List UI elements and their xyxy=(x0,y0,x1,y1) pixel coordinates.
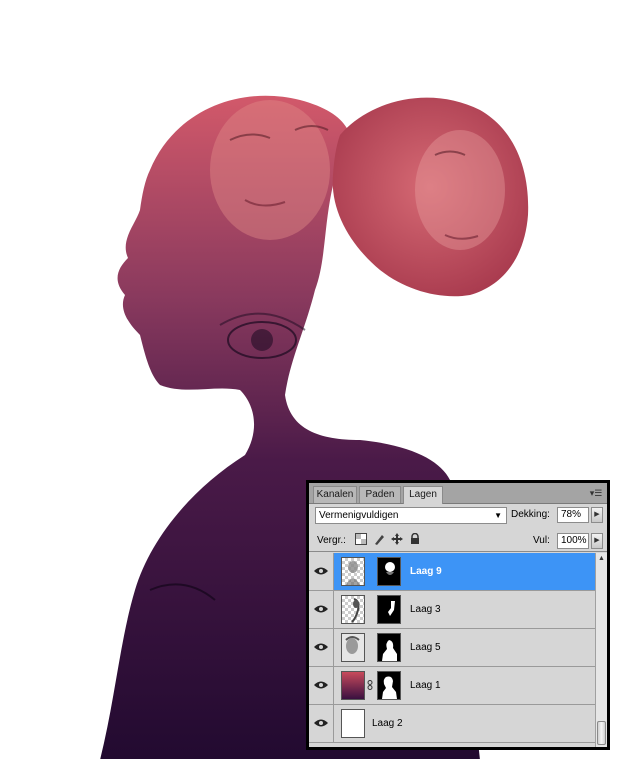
layers-panel: Kanalen Paden Lagen ▾☰ Vermenigvuldigen … xyxy=(306,480,610,750)
layer-row[interactable]: Laag 3 xyxy=(309,591,595,629)
eye-icon xyxy=(314,605,328,613)
layer-row[interactable]: Laag 5 xyxy=(309,629,595,667)
layer-name: Laag 5 xyxy=(410,642,441,653)
layer-thumbnail[interactable] xyxy=(341,557,365,586)
layer-thumbnail[interactable] xyxy=(341,633,365,662)
tab-kanalen[interactable]: Kanalen xyxy=(313,486,357,503)
lock-paint-icon[interactable] xyxy=(373,533,385,545)
opacity-slider-button[interactable]: ▶ xyxy=(591,507,603,523)
layers-list: Laag 9 Laag 3 Laag 5 Laag 1 Laag 2 xyxy=(309,553,595,747)
lock-all-icon[interactable] xyxy=(409,533,421,545)
scroll-thumb[interactable] xyxy=(597,721,606,745)
visibility-toggle[interactable] xyxy=(309,553,334,590)
layer-mask-thumbnail[interactable] xyxy=(377,671,401,700)
layer-row[interactable]: Laag 2 xyxy=(309,705,595,743)
chevron-down-icon: ▼ xyxy=(494,511,502,520)
layer-mask-thumbnail[interactable] xyxy=(377,557,401,586)
layer-name: Laag 9 xyxy=(410,566,442,577)
layer-row[interactable]: Laag 9 xyxy=(309,553,595,591)
visibility-toggle[interactable] xyxy=(309,591,334,628)
layer-thumbnail[interactable] xyxy=(341,671,365,700)
panel-tab-bar: Kanalen Paden Lagen ▾☰ xyxy=(309,483,607,504)
visibility-toggle[interactable] xyxy=(309,705,334,742)
layer-thumbnail[interactable] xyxy=(341,595,365,624)
layer-name: Laag 2 xyxy=(372,718,403,729)
layer-name: Laag 1 xyxy=(410,680,441,691)
fill-slider-button[interactable]: ▶ xyxy=(591,533,603,549)
layer-name: Laag 3 xyxy=(410,604,441,615)
tab-lagen[interactable]: Lagen xyxy=(403,486,443,504)
eye-icon xyxy=(314,681,328,689)
fill-label: Vul: xyxy=(533,535,550,546)
lock-transparency-icon[interactable] xyxy=(355,533,367,545)
opacity-label: Dekking: xyxy=(511,509,550,520)
eye-icon xyxy=(314,567,328,575)
blend-mode-select[interactable]: Vermenigvuldigen ▼ xyxy=(315,507,507,524)
visibility-toggle[interactable] xyxy=(309,667,334,704)
panel-divider xyxy=(309,551,607,552)
lock-move-icon[interactable] xyxy=(391,533,403,545)
eye-icon xyxy=(314,643,328,651)
eye-icon xyxy=(314,719,328,727)
layer-mask-thumbnail[interactable] xyxy=(377,595,401,624)
scroll-up-icon[interactable]: ▲ xyxy=(596,553,607,565)
fill-input[interactable]: 100% xyxy=(557,533,589,549)
layer-thumbnail[interactable] xyxy=(341,709,365,738)
layers-scrollbar[interactable]: ▲ xyxy=(595,553,607,747)
visibility-toggle[interactable] xyxy=(309,629,334,666)
opacity-input[interactable]: 78% xyxy=(557,507,589,523)
blend-mode-value: Vermenigvuldigen xyxy=(319,510,399,521)
layer-mask-thumbnail[interactable] xyxy=(377,633,401,662)
layer-row[interactable]: Laag 1 xyxy=(309,667,595,705)
tab-paden[interactable]: Paden xyxy=(359,486,401,503)
face-overlay xyxy=(210,100,330,240)
bun-face-overlay xyxy=(415,130,505,250)
panel-menu-icon[interactable]: ▾☰ xyxy=(589,487,603,499)
lock-label: Vergr.: xyxy=(317,535,346,546)
link-chain-icon xyxy=(367,680,373,690)
